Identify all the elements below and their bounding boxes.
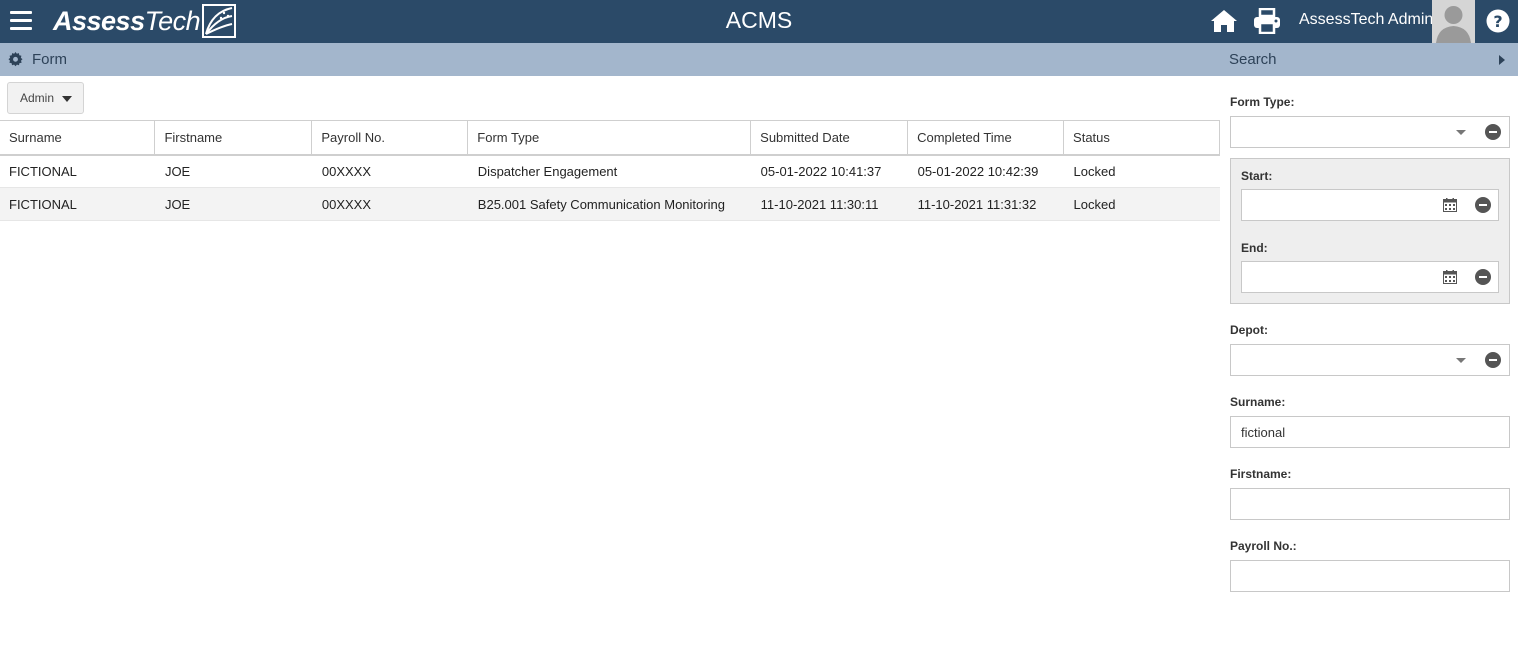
calendar-icon[interactable]	[1443, 270, 1457, 284]
clear-form-type-icon[interactable]	[1485, 124, 1501, 140]
column-header-firstname[interactable]: Firstname	[154, 120, 313, 156]
surname-label: Surname:	[1230, 395, 1286, 409]
cell-firstname: JOE	[154, 154, 312, 188]
avatar-icon	[1436, 6, 1471, 43]
calendar-icon[interactable]	[1443, 198, 1457, 212]
search-panel-title: Search	[1229, 51, 1277, 68]
depot-select[interactable]	[1230, 344, 1510, 376]
payroll-label: Payroll No.:	[1230, 539, 1297, 553]
table-row[interactable]: FICTIONAL JOE 00XXXX B25.001 Safety Comm…	[0, 187, 1220, 221]
column-header-status[interactable]: Status	[1063, 120, 1220, 156]
surname-field[interactable]: fictional	[1230, 416, 1510, 448]
column-header-submitted-date[interactable]: Submitted Date	[750, 120, 909, 156]
start-date-field[interactable]	[1241, 189, 1499, 221]
clear-end-date-icon[interactable]	[1475, 269, 1491, 285]
admin-dropdown-button[interactable]: Admin	[7, 82, 84, 114]
firstname-field[interactable]	[1230, 488, 1510, 520]
clear-depot-icon[interactable]	[1485, 352, 1501, 368]
cell-surname: FICTIONAL	[0, 187, 155, 221]
top-bar: AssessTech ACMS AssessTech Admin ?	[0, 0, 1518, 43]
svg-text:?: ?	[1493, 12, 1502, 31]
chevron-down-icon[interactable]	[1456, 130, 1466, 135]
cell-completed-time: 05-01-2022 10:42:39	[907, 154, 1064, 188]
avatar[interactable]	[1432, 0, 1475, 43]
table-header-row: Surname Firstname Payroll No. Form Type …	[0, 120, 1220, 156]
end-date-field[interactable]	[1241, 261, 1499, 293]
user-name[interactable]: AssessTech Admin	[1299, 11, 1433, 29]
form-type-label: Form Type:	[1230, 95, 1295, 109]
payroll-field[interactable]	[1230, 560, 1510, 592]
help-icon[interactable]: ?	[1486, 9, 1510, 33]
cell-submitted-date: 11-10-2021 11:30:11	[750, 187, 908, 221]
end-label: End:	[1241, 241, 1268, 255]
assesstech-logo: AssessTech	[53, 3, 237, 39]
cell-submitted-date: 05-01-2022 10:41:37	[750, 154, 908, 188]
cell-form-type: B25.001 Safety Communication Monitoring	[467, 187, 751, 221]
home-icon[interactable]	[1210, 8, 1238, 34]
date-range-group: Start: End:	[1230, 158, 1510, 304]
firstname-label: Firstname:	[1230, 467, 1292, 481]
depot-label: Depot:	[1230, 323, 1268, 337]
caret-down-icon	[62, 96, 72, 102]
column-header-payroll[interactable]: Payroll No.	[311, 120, 469, 156]
clear-start-date-icon[interactable]	[1475, 197, 1491, 213]
cell-status: Locked	[1063, 187, 1220, 221]
cell-surname: FICTIONAL	[0, 154, 155, 188]
gear-icon	[8, 52, 23, 67]
menu-icon[interactable]	[10, 11, 32, 31]
start-label: Start:	[1241, 169, 1273, 183]
logo-mark-icon	[202, 4, 237, 38]
print-icon[interactable]	[1253, 8, 1281, 34]
surname-value: fictional	[1241, 425, 1286, 440]
column-header-surname[interactable]: Surname	[0, 120, 156, 156]
table-row[interactable]: FICTIONAL JOE 00XXXX Dispatcher Engageme…	[0, 154, 1220, 188]
cell-payroll: 00XXXX	[311, 187, 468, 221]
form-section-label: Form	[32, 51, 67, 68]
cell-payroll: 00XXXX	[311, 154, 468, 188]
caret-right-icon[interactable]	[1498, 55, 1506, 65]
chevron-down-icon[interactable]	[1456, 358, 1466, 363]
cell-completed-time: 11-10-2021 11:31:32	[907, 187, 1064, 221]
form-type-select[interactable]	[1230, 116, 1510, 148]
logo-text: AssessTech	[53, 5, 201, 36]
cell-status: Locked	[1063, 154, 1220, 188]
column-header-form-type[interactable]: Form Type	[467, 120, 752, 156]
sub-header: Form Search	[0, 43, 1518, 76]
admin-dropdown-label: Admin	[20, 91, 55, 105]
column-header-completed-time[interactable]: Completed Time	[907, 120, 1065, 156]
results-table: Surname Firstname Payroll No. Form Type …	[0, 120, 1220, 221]
cell-form-type: Dispatcher Engagement	[467, 154, 751, 188]
cell-firstname: JOE	[154, 187, 312, 221]
